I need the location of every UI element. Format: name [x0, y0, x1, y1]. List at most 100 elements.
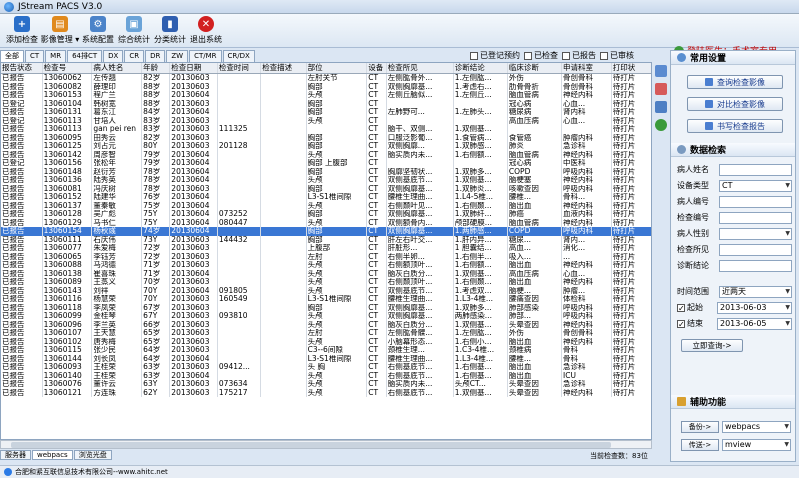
table-row[interactable]: 已报告 13060121 方连珠 62Y 20130603 175217 头颅 CT 右侧基底节… — [1, 388, 651, 397]
table-row[interactable]: 已报告 13060142 周彦智 79岁 20130604 头颅 CT 脑实质内未... 1.右… — [1, 150, 651, 159]
table-row[interactable]: 已报告 13060107 王天慧 65岁 20130603 左肘 CT 左侧肱骨髁... 1.左… — [1, 329, 651, 338]
end-date-checkbox[interactable] — [677, 319, 685, 328]
column-header[interactable]: 检查描述 — [260, 63, 307, 74]
column-header[interactable]: 检查时间 — [217, 63, 262, 74]
column-header[interactable]: 打印状 — [611, 63, 651, 74]
column-header[interactable]: 临床诊断 — [507, 63, 563, 74]
category-stats-button[interactable]: ▮ 分类统计 — [152, 14, 188, 48]
compare-images-button[interactable]: 对比检查影像 — [687, 97, 783, 111]
table-row[interactable]: 已报告 13060093 王桂荣 63岁 20130603 09412... 头 胸 CT 右侧… — [1, 363, 651, 372]
edit-icon[interactable] — [654, 65, 667, 77]
start-date-picker[interactable]: 2013-06-03 — [717, 301, 792, 314]
tab-0[interactable]: 全部 — [0, 50, 24, 62]
filter-checkbox-3[interactable]: 已审核 — [600, 50, 634, 61]
query-now-button[interactable]: 立即查询-> — [681, 339, 743, 352]
table-row[interactable]: 已报告 13060136 陆秀英 78岁 20130604 头颅 CT 双侧基底节... 1.双… — [1, 176, 651, 185]
add-exam-button[interactable]: + 添加检查 — [4, 14, 40, 48]
write-report-button[interactable]: 书写检查报告 — [687, 119, 783, 133]
table-row[interactable]: 已报告 13060152 陆建华 76岁 20130604 L3-S1椎间隙 CT 腰椎生理曲… — [1, 193, 651, 202]
tab-1[interactable]: CT — [25, 50, 45, 62]
horizontal-scrollbar[interactable] — [0, 440, 652, 449]
table-row[interactable]: 已报告 13060116 杨慧荣 70Y 20130603 160549 L3-S1椎间隙 C… — [1, 295, 651, 304]
search-field-input[interactable] — [719, 195, 792, 208]
checkbox[interactable] — [562, 51, 570, 60]
tab-2[interactable]: MR — [45, 50, 67, 62]
column-header[interactable]: 诊断结论 — [453, 63, 508, 74]
table-row[interactable]: 已报告 13060131 葛东江 84岁 20130604 胸部 CT 左肺野可... 1.左肺… — [1, 108, 651, 117]
column-header[interactable]: 检查号 — [42, 63, 93, 74]
table-row[interactable]: 已报告 13060076 董许云 63Y 20130603 073634 头颅 CT 脑实质内未… — [1, 380, 651, 389]
filter-checkbox-0[interactable]: 已登记预约 — [470, 50, 520, 61]
table-row[interactable]: 已报告 13060113 gan pei ren 83岁 20130603 111325 C… — [1, 125, 651, 134]
column-header[interactable]: 年龄 — [141, 63, 171, 74]
table-row[interactable]: 已报告 13060143 刘祥 70Y 20130604 091805 头颅 CT 双侧基底节.… — [1, 286, 651, 295]
scroll-thumb[interactable] — [11, 442, 611, 448]
column-header[interactable]: 部位 — [306, 63, 368, 74]
time-range-select[interactable]: 近两天 — [719, 285, 792, 298]
table-row[interactable]: 已报告 13060137 董秦敏 75岁 20130604 头颅 CT 右侧颞叶见... 1.右… — [1, 201, 651, 210]
refresh-icon[interactable] — [654, 119, 667, 131]
table-row[interactable]: 已报告 13060102 唐秀梅 65岁 20130603 头颅 CT 小脑幕形态... 1.右… — [1, 337, 651, 346]
table-row[interactable]: 已报告 13060128 吴广彪 75Y 20130604 073252 胸部 CT 双侧胸廓基… — [1, 210, 651, 219]
table-row[interactable]: 已报告 13060062 左传翘 82岁 20130603 左肘关节 CT 左侧肱骨外... 1… — [1, 73, 651, 83]
column-header[interactable]: 设备 — [366, 63, 387, 74]
filter-checkbox-1[interactable]: 已检查 — [524, 50, 558, 61]
table-row[interactable]: 已报告 13060065 李钰芳 72岁 20130603 左肘 CT 右侧半卵... 1.右侧… — [1, 252, 651, 261]
table-row[interactable]: 已报告 13060129 马书仁 75Y 20130604 080447 头颅 CT 双侧额骨内… — [1, 218, 651, 227]
column-header[interactable]: 报告状态 — [1, 63, 43, 74]
table-row[interactable]: 已登记 13060113 甘培人 83岁 20130603 头颅 CT 高血压病 心血... 待打… — [1, 116, 651, 125]
backup-button[interactable]: 备份-> — [681, 421, 719, 433]
table-row[interactable]: 已登记 13060156 张松年 79岁 20130604 胸部 上腹部 CT 冠心病 中医科待… — [1, 159, 651, 168]
table-row[interactable]: 已报告 13060111 石庆伟 73Y 20130603 144432 胸部 CT 肝左右叶交… — [1, 235, 651, 244]
table-row[interactable]: 已报告 13060095 田秀云 82岁 20130603 胸部 CT 口服泛影葡... 1.食… — [1, 133, 651, 142]
bottom-tab-0[interactable]: 服务器 — [0, 450, 31, 460]
search-field-input[interactable] — [719, 243, 792, 256]
table-row[interactable]: 已登记 13060104 韩树宽 88岁 20130603 胸部 CT 冠心病 心血... 待打片 — [1, 99, 651, 108]
send-button[interactable]: 传送-> — [681, 439, 719, 451]
exam-table[interactable]: 报告状态 检查号 病人姓名 年龄 检查日期 检查时间 检查描述 部位 设备 检查所见 诊断结论 临床诊… — [0, 62, 652, 440]
tab-8[interactable]: CT/MR — [189, 50, 222, 62]
tab-6[interactable]: DR — [145, 50, 166, 62]
image-management-button[interactable]: ▤ 影像管理 ▾ — [40, 14, 80, 48]
table-row[interactable]: 已报告 13060099 金桂琴 67Y 20130603 093810 头颅 CT 双侧胸廓基… — [1, 312, 651, 321]
table-row[interactable]: 已报告 13060154 杨秋彧 74岁 20130604 胸部 CT 双侧胸廓基... 1.两… — [1, 227, 651, 236]
table-row[interactable]: 已报告 13060088 马鸿德 71岁 20130603 头颅 CT 右侧额顶叶... 1.右… — [1, 261, 651, 270]
checkbox[interactable] — [600, 51, 608, 60]
table-row[interactable]: 已报告 13060144 刘长凤 64岁 20130604 L3-S1椎间隙 CT 腰椎生理曲… — [1, 354, 651, 363]
tab-4[interactable]: DX — [103, 50, 124, 62]
tab-3[interactable]: 64排CT — [67, 50, 103, 62]
query-images-button[interactable]: 查询检查影像 — [687, 75, 783, 89]
bottom-tab-1[interactable]: webpacs — [32, 450, 73, 460]
exit-button[interactable]: ✕ 退出系统 — [188, 14, 224, 48]
send-target-select[interactable]: mview — [722, 439, 791, 451]
table-row[interactable]: 已报告 13060096 李兰英 66岁 20130603 头颅 CT 脑灰白质分... 1.双… — [1, 320, 651, 329]
table-row[interactable]: 已报告 13060140 王桂荣 63岁 20130604 头颅 CT 右侧基底节... 1.右… — [1, 371, 651, 380]
print-icon[interactable] — [654, 101, 667, 113]
table-row[interactable]: 已报告 13060148 赵衍芳 78岁 20130604 胸部 CT 胸廓坚韧状... 1.双… — [1, 167, 651, 176]
search-field-input[interactable] — [719, 163, 792, 176]
table-row[interactable]: 已报告 13060125 刘占元 80Y 20130603 201128 胸部 CT 双侧胸廓.… — [1, 142, 651, 151]
table-row[interactable]: 已报告 13060138 崔喜珠 71岁 20130604 头颅 CT 脑灰白质分... 1.双… — [1, 269, 651, 278]
search-field-input[interactable]: CT — [719, 179, 792, 192]
overall-stats-button[interactable]: ▣ 综合统计 — [116, 14, 152, 48]
table-row[interactable]: 已报告 13060089 王蒸义 70岁 20130603 头颅 CT 右侧颞顶叶... 1.右… — [1, 278, 651, 287]
search-field-input[interactable] — [719, 211, 792, 224]
table-row[interactable]: 已报告 13060082 薛理印 88岁 20130603 胸部 CT 双侧胸廓基... 1.考… — [1, 82, 651, 91]
filter-checkbox-2[interactable]: 已报告 — [562, 50, 596, 61]
table-row[interactable]: 已报告 13060077 朱爱梅 72岁 20130603 上腹部 CT 肝脏形... 1 胆囊… — [1, 244, 651, 253]
backup-target-select[interactable]: webpacs — [722, 421, 791, 433]
delete-icon[interactable] — [654, 83, 667, 95]
end-date-picker[interactable]: 2013-06-05 — [717, 317, 792, 330]
checkbox[interactable] — [524, 51, 532, 60]
table-row[interactable]: 已报告 13060118 李凤荣 67岁 20130603 胸部 CT 双侧胸廓基... 1.双… — [1, 303, 651, 312]
tab-5[interactable]: CR — [124, 50, 145, 62]
column-header[interactable]: 病人姓名 — [91, 63, 143, 74]
column-header[interactable]: 检查所见 — [386, 63, 454, 74]
table-row[interactable]: 已报告 13060153 程广兰 88岁 20130604 头颅 CT 左侧丘脑似... 1.左… — [1, 91, 651, 100]
bottom-tab-2[interactable]: 浏览光盘 — [73, 450, 112, 460]
search-field-input[interactable] — [719, 227, 792, 240]
table-row[interactable]: 已报告 13060115 张少民 64岁 20130603 C3--6间隙 CT 颈椎生理..… — [1, 346, 651, 355]
column-header[interactable]: 申请科室 — [561, 63, 612, 74]
checkbox[interactable] — [470, 51, 478, 60]
tab-7[interactable]: ZW — [166, 50, 189, 62]
